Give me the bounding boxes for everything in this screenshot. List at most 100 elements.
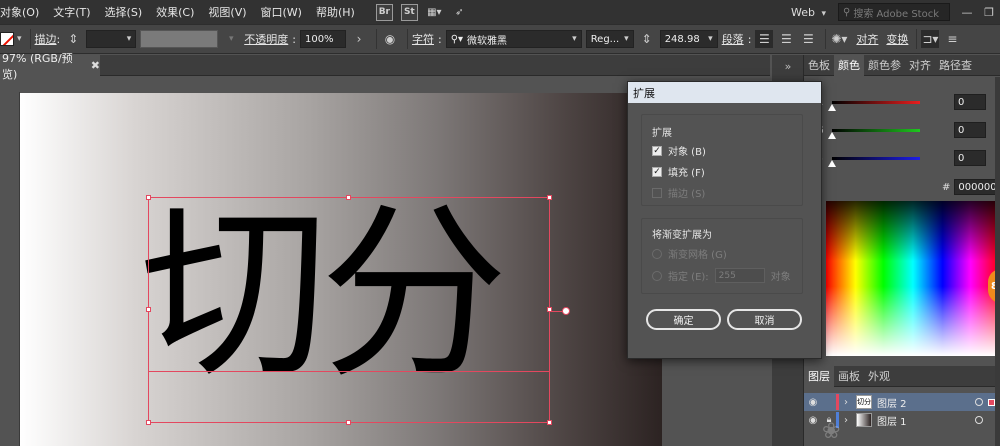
resize-handle[interactable] bbox=[346, 420, 351, 425]
minimize-icon[interactable]: — bbox=[956, 6, 978, 19]
tab-swatches[interactable]: 色板 bbox=[804, 55, 834, 76]
target-circle-icon[interactable] bbox=[975, 398, 983, 406]
fill-checkbox[interactable]: ✓ bbox=[652, 166, 662, 177]
stroke-checkbox bbox=[652, 187, 662, 198]
tab-pathfinder[interactable]: 路径查 bbox=[935, 55, 976, 76]
menu-effect[interactable]: 效果(C) bbox=[149, 4, 201, 20]
opacity-label[interactable]: 不透明度 bbox=[244, 31, 288, 47]
expand-group: 扩展 ✓ 对象 (B) ✓ 填充 (F) 描边 (S) bbox=[641, 114, 803, 206]
menu-select[interactable]: 选择(S) bbox=[98, 4, 150, 20]
tab-color[interactable]: 颜色 bbox=[834, 54, 864, 76]
fill-checkbox-label: 填充 (F) bbox=[668, 168, 705, 179]
visibility-eye-icon[interactable]: ◉ bbox=[804, 415, 822, 426]
tab-align[interactable]: 对齐 bbox=[905, 55, 935, 76]
divider bbox=[916, 29, 918, 49]
selection-bounding-box[interactable] bbox=[148, 197, 550, 423]
menu-help[interactable]: 帮助(H) bbox=[309, 4, 362, 20]
panel-collapse-icon[interactable]: » bbox=[772, 55, 804, 77]
paragraph-label[interactable]: 段落 bbox=[722, 31, 744, 47]
stroke-label[interactable]: 描边: bbox=[35, 31, 61, 47]
rotate-handle[interactable] bbox=[562, 307, 570, 315]
dialog-title: 扩展 bbox=[628, 82, 821, 103]
selection-indicator[interactable] bbox=[988, 398, 995, 406]
fill-checkbox-row[interactable]: ✓ 填充 (F) bbox=[652, 164, 705, 179]
font-family-value: 微软雅黑 bbox=[467, 35, 508, 47]
isolate-icon[interactable]: ⊐▾ bbox=[921, 30, 940, 48]
font-size-field[interactable]: 248.98 ▾ bbox=[659, 30, 718, 48]
gradient-mesh-label: 渐变网格 (G) bbox=[668, 250, 727, 261]
stock-icon[interactable]: St bbox=[400, 3, 418, 21]
stroke-weight-field[interactable]: ▾ bbox=[86, 30, 137, 48]
document-tab[interactable]: 97% (RGB/预览) ✖ bbox=[0, 52, 100, 81]
transform-label[interactable]: 变换 bbox=[886, 31, 908, 47]
layer-row[interactable]: ◉ › 切分 图层 2 bbox=[804, 393, 1000, 411]
resize-handle[interactable] bbox=[547, 420, 552, 425]
gpu-performance-icon[interactable]: ➶ bbox=[451, 4, 468, 21]
slider-thumb[interactable] bbox=[828, 131, 836, 139]
fill-swatch[interactable]: ▾ bbox=[0, 32, 22, 46]
divider bbox=[825, 29, 827, 49]
chevron-right-icon[interactable]: › bbox=[844, 397, 856, 408]
stock-search-input[interactable]: ⚲ 搜索 Adobe Stock bbox=[838, 3, 950, 21]
restore-icon[interactable]: ❐ bbox=[978, 6, 1000, 19]
layer-color-bar bbox=[836, 394, 839, 410]
red-value-field[interactable]: 0 bbox=[954, 94, 986, 110]
cancel-button[interactable]: 取消 bbox=[727, 309, 802, 330]
resize-handle[interactable] bbox=[146, 195, 151, 200]
resize-handle[interactable] bbox=[146, 307, 151, 312]
chevron-down-icon: ▾ bbox=[126, 34, 132, 44]
align-center-icon[interactable]: ☰ bbox=[777, 30, 795, 48]
font-family-field[interactable]: ⚲▾ 微软雅黑 ▾ bbox=[445, 30, 582, 48]
blue-slider[interactable] bbox=[828, 156, 920, 167]
chevron-down-icon: ▾ bbox=[624, 34, 629, 44]
menu-window[interactable]: 窗口(W) bbox=[254, 4, 309, 20]
slider-thumb[interactable] bbox=[828, 103, 836, 111]
align-left-icon[interactable]: ☰ bbox=[755, 30, 774, 48]
opacity-field[interactable]: 100% bbox=[299, 30, 346, 48]
green-value-field[interactable]: 0 bbox=[954, 122, 986, 138]
target-circle-icon[interactable] bbox=[975, 416, 983, 424]
puppet-warp-icon[interactable]: ✺▾ bbox=[830, 30, 848, 48]
font-style-field[interactable]: Reg... ▾ bbox=[585, 30, 634, 48]
layer-name[interactable]: 图层 2 bbox=[877, 395, 969, 410]
green-slider[interactable] bbox=[828, 128, 920, 139]
align-label[interactable]: 对齐 bbox=[856, 31, 878, 47]
stroke-stepper-icon[interactable]: ⇕ bbox=[64, 30, 82, 48]
search-icon: ⚲ bbox=[843, 6, 851, 18]
recolor-artwork-icon[interactable]: ◉ bbox=[381, 30, 399, 48]
hex-field[interactable]: 000000 bbox=[954, 179, 999, 195]
document-tab-title: 97% (RGB/预览) bbox=[2, 51, 73, 81]
character-label[interactable]: 字符 bbox=[412, 31, 434, 47]
tab-artboards[interactable]: 画板 bbox=[834, 366, 864, 387]
menubar-right: Web ▾ ⚲ 搜索 Adobe Stock — ❐ bbox=[787, 0, 1000, 24]
close-icon[interactable]: ✖ bbox=[91, 59, 100, 72]
visibility-eye-icon[interactable]: ◉ bbox=[804, 397, 822, 408]
resize-handle[interactable] bbox=[547, 195, 552, 200]
workspace-switcher[interactable]: Web ▾ bbox=[787, 6, 830, 19]
chevron-right-icon[interactable]: › bbox=[350, 30, 368, 48]
ok-button[interactable]: 确定 bbox=[646, 309, 721, 330]
font-size-stepper-icon[interactable]: ⇕ bbox=[638, 30, 656, 48]
object-checkbox-row[interactable]: ✓ 对象 (B) bbox=[652, 143, 706, 158]
layer-name[interactable]: 图层 1 bbox=[877, 413, 969, 428]
red-slider[interactable] bbox=[828, 100, 920, 111]
brush-chevron-icon[interactable]: ▾ bbox=[222, 30, 240, 48]
slider-thumb[interactable] bbox=[828, 159, 836, 167]
tab-color-guide[interactable]: 颜色参 bbox=[864, 55, 905, 76]
panel-menu-icon[interactable]: ≡ bbox=[943, 30, 961, 48]
menu-type[interactable]: 文字(T) bbox=[46, 4, 97, 20]
bridge-icon[interactable]: Br bbox=[375, 3, 393, 21]
tab-appearance[interactable]: 外观 bbox=[864, 366, 894, 387]
menu-object[interactable]: 对象(O) bbox=[0, 4, 46, 20]
resize-handle[interactable] bbox=[346, 195, 351, 200]
resize-handle[interactable] bbox=[146, 420, 151, 425]
object-checkbox[interactable]: ✓ bbox=[652, 145, 662, 156]
arrange-documents-icon[interactable]: ▦▾ bbox=[426, 4, 443, 21]
specify-radio-row: 指定 (E): 255 对象 bbox=[652, 268, 791, 283]
align-right-icon[interactable]: ☰ bbox=[799, 30, 817, 48]
blue-value-field[interactable]: 0 bbox=[954, 150, 986, 166]
variable-width-profile[interactable] bbox=[140, 30, 219, 48]
scrollbar[interactable] bbox=[995, 77, 1000, 446]
menu-view[interactable]: 视图(V) bbox=[201, 4, 253, 20]
color-panel: 色板 颜色 颜色参 对齐 路径查 R 0 G 0 B 0 bbox=[796, 54, 1000, 360]
